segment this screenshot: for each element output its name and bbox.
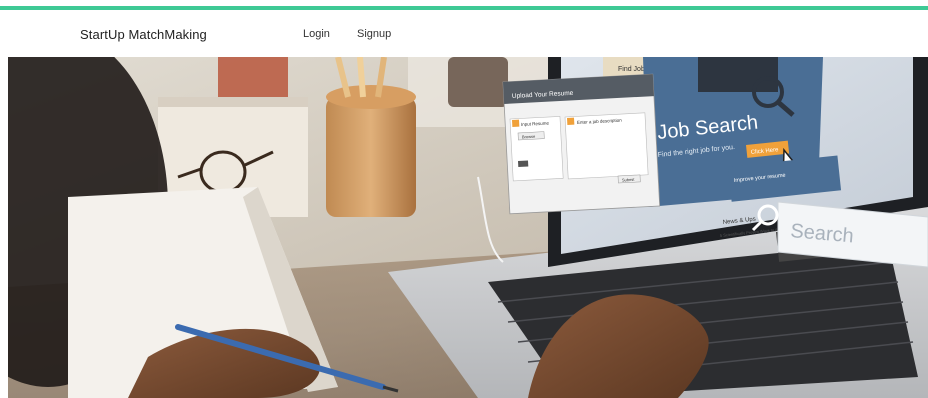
svg-text:Browse: Browse [522,134,536,140]
navbar: StartUp MatchMaking Login Signup [0,10,928,56]
svg-text:Submit: Submit [622,177,636,183]
upload-resume-card: Upload Your Resume Input Resume Enter a … [502,73,661,215]
nav-signup-link[interactable]: Signup [357,28,391,40]
brand-logo-text[interactable]: StartUp MatchMaking [80,27,207,42]
hero-illustration: Find Jobs Keywords Location Job Search F… [8,57,928,398]
nav-login-link[interactable]: Login [303,28,330,40]
hero-image: Find Jobs Keywords Location Job Search F… [8,57,928,398]
